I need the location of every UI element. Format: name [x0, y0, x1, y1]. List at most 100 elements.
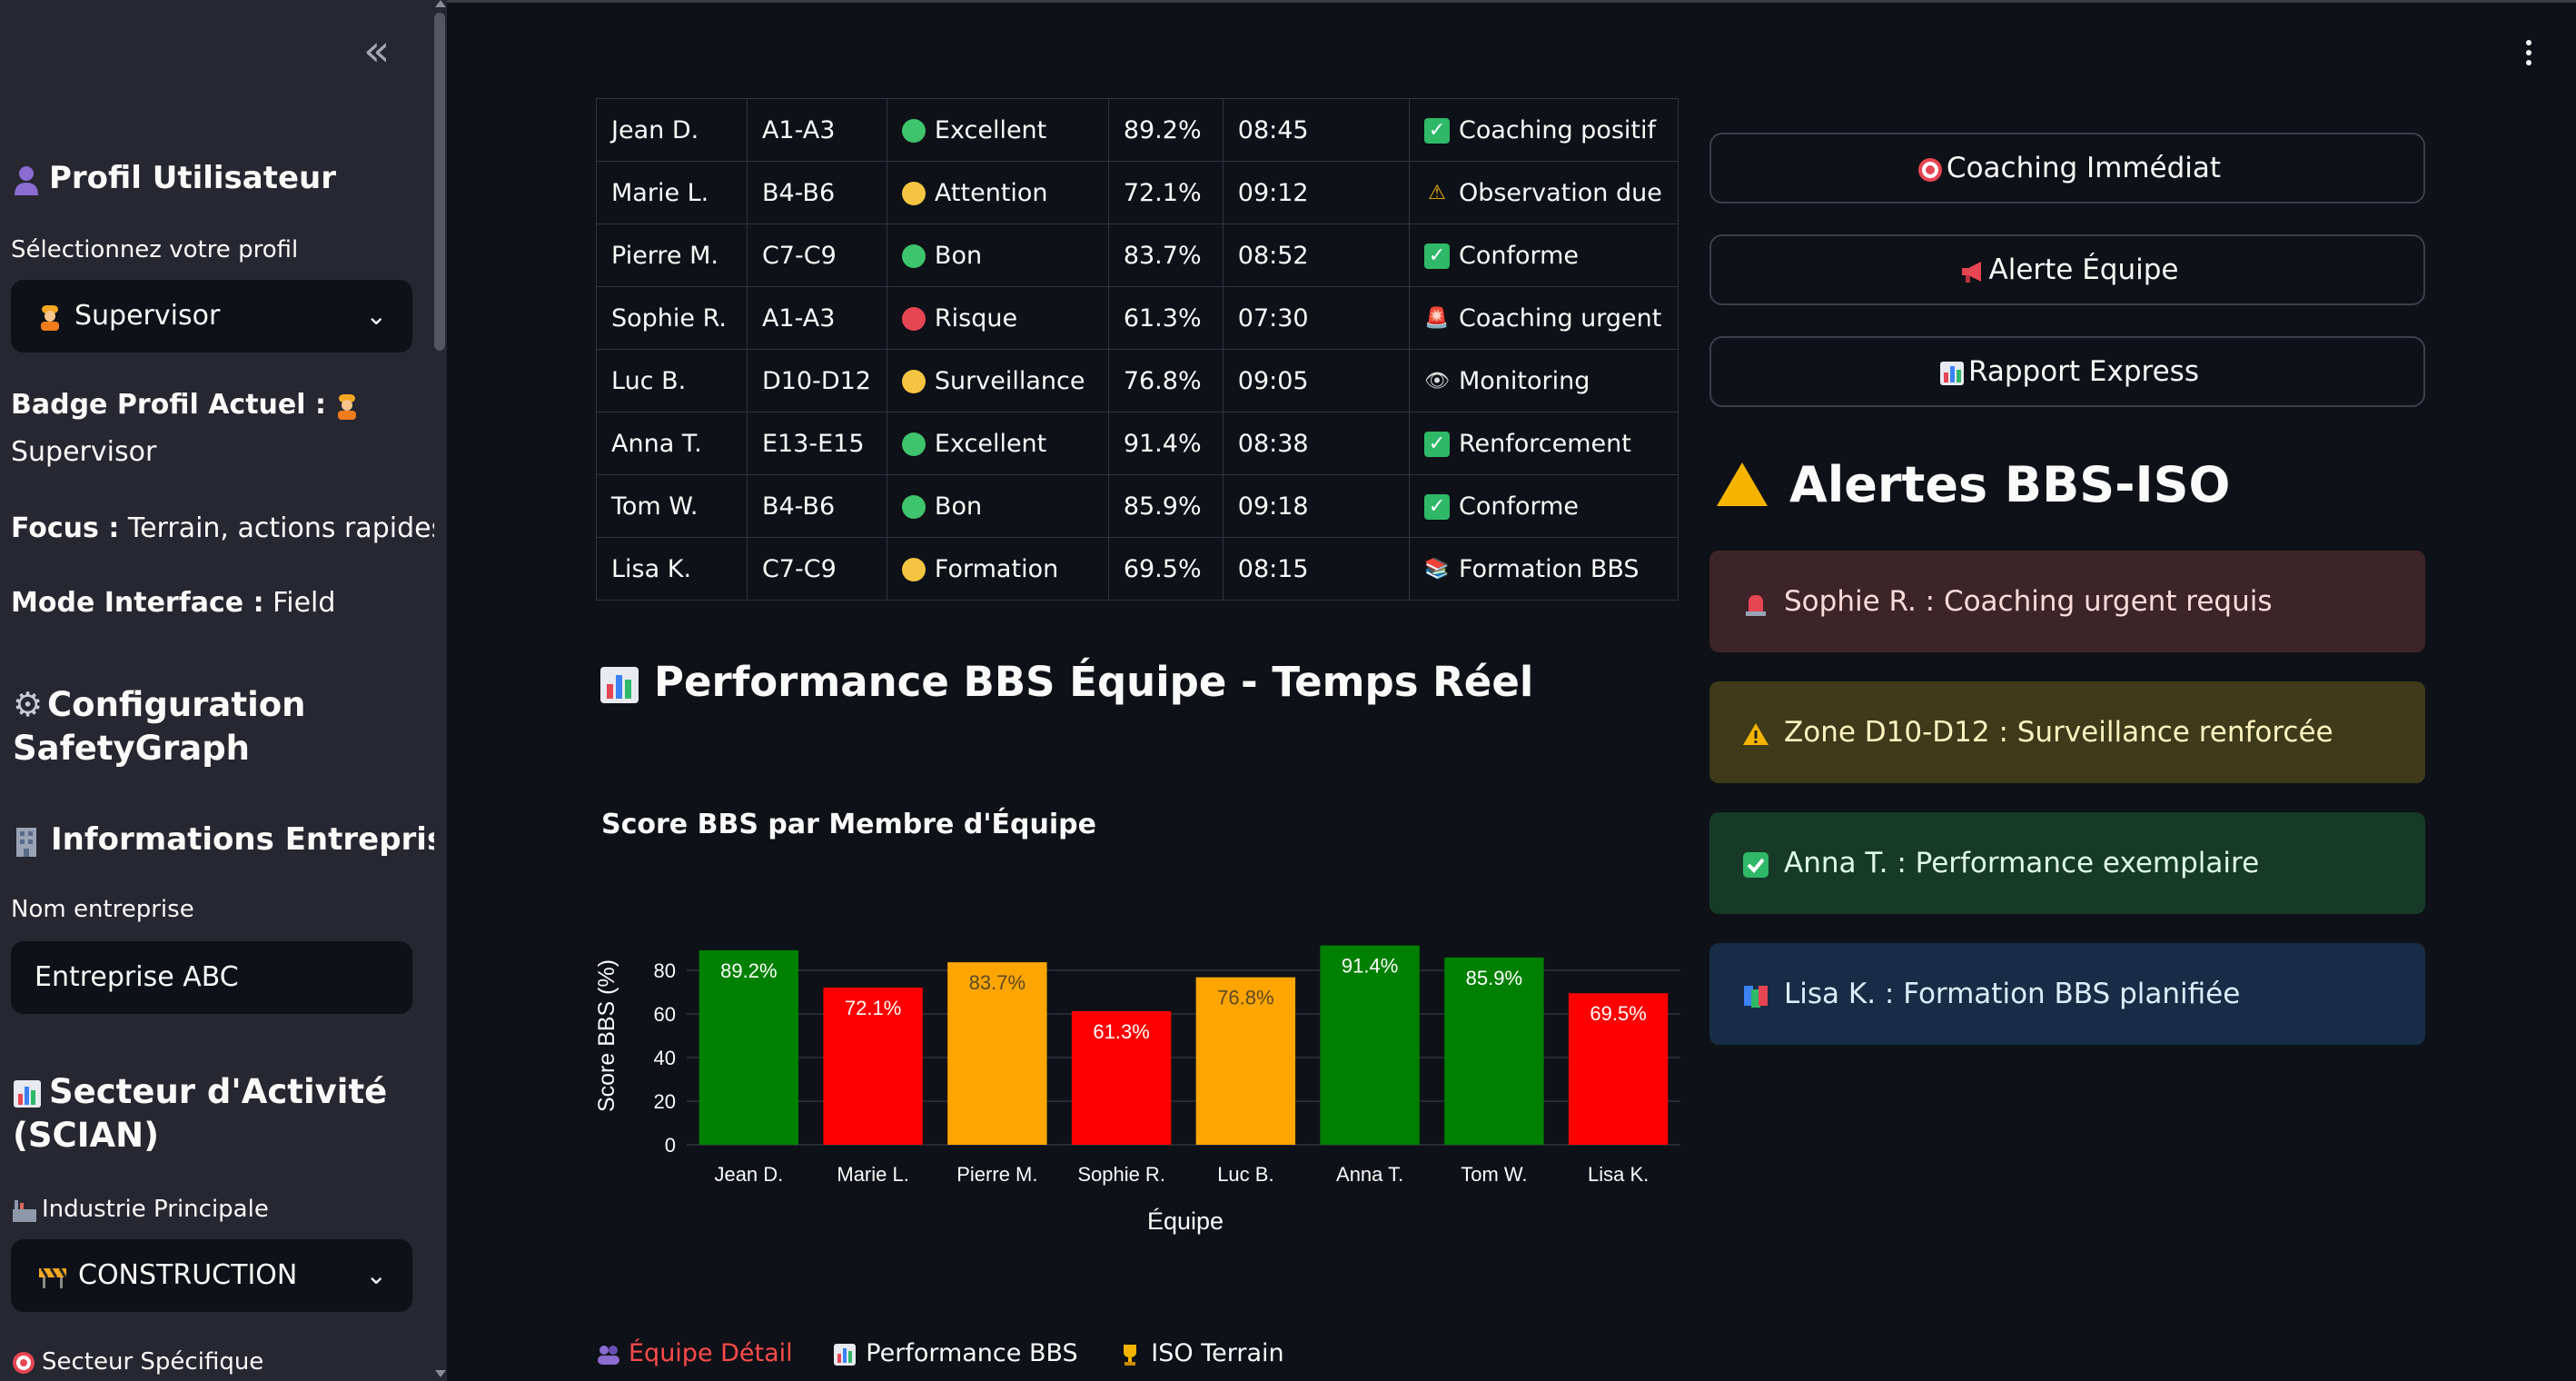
- y-axis-label: Score BBS (%): [594, 959, 619, 1112]
- status-dot-icon: [901, 495, 926, 519]
- coaching-immediat-button[interactable]: Coaching Immédiat: [1709, 133, 2425, 204]
- tab-equipe-detail[interactable]: Équipe Détail: [596, 1339, 793, 1367]
- cell-action: 📚 Formation BBS: [1408, 537, 1679, 601]
- trophy-icon: [1118, 1339, 1144, 1367]
- team-table: Jean D. A1-A3 Excellent 89.2% 08:45 ✓ Coaching…: [596, 98, 1679, 601]
- x-tick-label: Marie L.: [837, 1163, 908, 1186]
- action-label: Conforme: [1458, 492, 1580, 521]
- status-dot-icon: [901, 370, 926, 393]
- bbs-bar-chart: 89.2% 72.1% 83.7% 61.3% 76.8% 91.4% 85.9% 69.5%…: [594, 945, 1680, 1235]
- x-tick-label: Sophie R.: [1077, 1163, 1165, 1186]
- status-label: Bon: [934, 492, 983, 521]
- cell-action: ✓ Coaching positif: [1408, 98, 1679, 162]
- table-row: Jean D. A1-A3 Excellent 89.2% 08:45 ✓ Coaching…: [596, 98, 1679, 162]
- x-tick-label: Luc B.: [1217, 1163, 1273, 1186]
- books-icon: [1740, 943, 1771, 1045]
- warning-icon: ⚠: [1428, 182, 1446, 204]
- cell-time: 08:38: [1222, 412, 1410, 475]
- cell-time: 08:52: [1222, 224, 1410, 287]
- performance-title: Performance BBS Équipe - Temps Réel: [599, 658, 1533, 706]
- status-label: Excellent: [934, 115, 1047, 144]
- cell-score: 61.3%: [1107, 286, 1224, 350]
- cell-action: ✓ Renforcement: [1408, 412, 1679, 475]
- company-name-input[interactable]: Entreprise ABC: [11, 941, 412, 1014]
- x-tick-label: Jean D.: [714, 1163, 783, 1186]
- cell-status: Bon: [886, 474, 1109, 538]
- cell-zone: D10-D12: [746, 349, 887, 412]
- cell-name: Anna T.: [596, 412, 748, 475]
- cell-status: Bon: [886, 224, 1109, 287]
- specific-sector-label: Secteur Spécifique: [11, 1348, 263, 1376]
- worker-icon: [38, 280, 64, 353]
- chevron-down-icon: ⌄: [365, 301, 387, 331]
- status-dot-icon: [901, 119, 926, 143]
- check-icon: [1740, 812, 1771, 914]
- alert-success: Anna T. : Performance exemplaire: [1709, 812, 2425, 914]
- collapse-sidebar-icon[interactable]: «: [363, 29, 403, 73]
- status-dot-icon: [901, 182, 926, 205]
- profile-select[interactable]: Supervisor ⌄: [11, 280, 412, 353]
- worker-icon: [335, 382, 359, 429]
- cell-score: 69.5%: [1107, 537, 1224, 601]
- siren-icon: [1740, 551, 1771, 652]
- sidebar-scrollbar[interactable]: [434, 0, 447, 1381]
- scrollbar-thumb[interactable]: [434, 13, 445, 351]
- x-tick-label: Tom W.: [1461, 1163, 1527, 1186]
- user-icon: [13, 164, 40, 195]
- company-header: Informations Entreprise: [13, 821, 447, 858]
- check-icon: ✓: [1423, 243, 1450, 269]
- status-label: Excellent: [934, 429, 1047, 458]
- scroll-up-icon[interactable]: [435, 0, 446, 7]
- chevron-down-icon: ⌄: [365, 1260, 387, 1290]
- alerte-equipe-button[interactable]: Alerte Équipe: [1709, 234, 2425, 305]
- sector-header: Secteur d'Activité (SCIAN): [13, 1070, 388, 1155]
- cell-status: Risque: [886, 286, 1109, 350]
- tab-performance-bbs[interactable]: Performance BBS: [833, 1339, 1078, 1367]
- status-dot-icon: [901, 307, 926, 331]
- building-icon: [13, 821, 44, 858]
- cell-time: 09:12: [1222, 161, 1410, 224]
- cell-time: 08:45: [1222, 98, 1410, 162]
- y-tick-label: 20: [654, 1090, 676, 1113]
- status-label: Bon: [934, 241, 983, 270]
- profile-select-label: Sélectionnez votre profil: [11, 236, 299, 263]
- x-tick-label: Lisa K.: [1588, 1163, 1649, 1186]
- target-icon: [11, 1348, 42, 1376]
- cell-status: Excellent: [886, 98, 1109, 162]
- chart-icon: [13, 1070, 49, 1114]
- bar-value-label: 72.1%: [845, 997, 901, 1019]
- cell-time: 08:15: [1222, 537, 1410, 601]
- cell-zone: B4-B6: [746, 474, 887, 538]
- construction-icon: [38, 1239, 69, 1312]
- cell-score: 72.1%: [1107, 161, 1224, 224]
- cell-name: Lisa K.: [596, 537, 748, 601]
- tab-bar: Équipe Détail Performance BBS ISO Terrai…: [596, 1339, 1317, 1367]
- y-tick-label: 0: [665, 1134, 676, 1157]
- cell-score: 76.8%: [1107, 349, 1224, 412]
- cell-action: ⚠ Observation due: [1408, 161, 1679, 224]
- industry-select[interactable]: CONSTRUCTION ⌄: [11, 1239, 412, 1312]
- rapport-express-button[interactable]: Rapport Express: [1709, 336, 2425, 407]
- main-menu-icon[interactable]: [2520, 40, 2538, 71]
- scroll-down-icon[interactable]: [435, 1370, 446, 1377]
- badge-profile: Badge Profil Actuel : Supervisor: [11, 382, 411, 476]
- focus-line: Focus : Terrain, actions rapides: [11, 512, 446, 544]
- cell-action: ✓ Conforme: [1408, 474, 1679, 538]
- table-row: Luc B. D10-D12 Surveillance 76.8% 09:05 👁 Moni…: [596, 349, 1679, 412]
- cell-status: Surveillance: [886, 349, 1109, 412]
- industry-label: Industrie Principale: [11, 1196, 269, 1223]
- team-icon: [596, 1339, 621, 1367]
- eye-icon: 👁: [1424, 370, 1450, 392]
- cell-zone: A1-A3: [746, 286, 887, 350]
- table-row: Lisa K. C7-C9 Formation 69.5% 08:15 📚 Formatio…: [596, 537, 1679, 601]
- siren-icon: 🚨: [1424, 307, 1450, 330]
- status-dot-icon: [901, 558, 926, 581]
- chart-icon: [599, 666, 639, 704]
- tab-iso-terrain[interactable]: ISO Terrain: [1118, 1339, 1284, 1367]
- chart-title: Score BBS par Membre d'Équipe: [601, 809, 1096, 840]
- alert-warning: Zone D10-D12 : Surveillance renforcée: [1709, 681, 2425, 783]
- action-label: Formation BBS: [1458, 554, 1640, 583]
- cell-zone: E13-E15: [746, 412, 887, 475]
- factory-icon: [11, 1196, 42, 1223]
- alert-error: Sophie R. : Coaching urgent requis: [1709, 551, 2425, 652]
